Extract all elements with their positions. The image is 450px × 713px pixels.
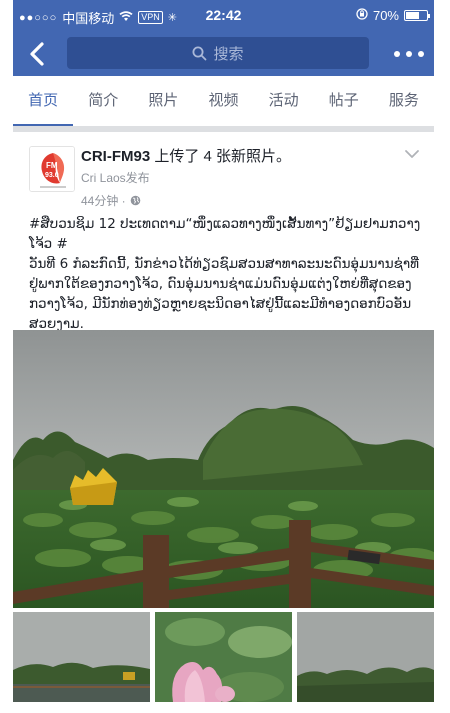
battery-percent: 70% bbox=[372, 8, 399, 23]
post-hashtag-line[interactable]: #ສືບວນຊິມ 12 ປະເທດຕາມ“ໜຶ່ງແລວທາງໜຶ່ງເສັ້… bbox=[29, 214, 427, 254]
page-tabs: 首页 简介 照片 视频 活动 帖子 服务 bbox=[13, 76, 434, 126]
post-timestamp[interactable]: 44分钟 · bbox=[81, 192, 141, 209]
lotus-pond-photo bbox=[13, 330, 434, 608]
pond-thumb-photo bbox=[13, 612, 150, 702]
post-action-text: 上传了 4 张新照片。 bbox=[150, 148, 292, 165]
back-arrow-icon bbox=[30, 42, 44, 66]
trees-thumb-photo bbox=[297, 612, 434, 702]
tab-videos[interactable]: 视频 bbox=[193, 76, 253, 126]
status-right: 70% bbox=[356, 8, 430, 23]
tab-services[interactable]: 服务 bbox=[374, 76, 434, 126]
page-avatar[interactable]: FM 93.0 bbox=[29, 146, 75, 192]
orientation-lock-icon bbox=[356, 8, 368, 23]
post-photo-thumbnails bbox=[13, 612, 434, 702]
status-bar: ●●○○○ 中国移动 VPN ✳ 22:42 70% bbox=[13, 0, 434, 32]
more-dot-icon bbox=[418, 51, 424, 57]
post-photo-main[interactable] bbox=[13, 330, 434, 608]
app-screen: ●●○○○ 中国移动 VPN ✳ 22:42 70% 搜索 首页 简介 照片 视… bbox=[13, 0, 434, 713]
chevron-down-icon bbox=[405, 150, 419, 158]
tab-photos[interactable]: 照片 bbox=[133, 76, 193, 126]
post-time-text: 44分钟 · bbox=[81, 194, 126, 208]
tab-events[interactable]: 活动 bbox=[254, 76, 314, 126]
post-photo-thumb[interactable] bbox=[297, 612, 434, 702]
globe-icon bbox=[130, 195, 140, 206]
back-button[interactable] bbox=[25, 39, 53, 69]
page-name-link[interactable]: CRI-FM93 bbox=[81, 148, 150, 165]
post-title: CRI-FM93 上传了 4 张新照片。 bbox=[81, 145, 291, 166]
search-icon bbox=[192, 46, 207, 60]
tab-about[interactable]: 简介 bbox=[73, 76, 133, 126]
nav-bar: 搜索 bbox=[13, 32, 434, 76]
svg-text:FM: FM bbox=[46, 161, 58, 170]
post-options-button[interactable] bbox=[404, 146, 420, 164]
tab-home[interactable]: 首页 bbox=[13, 76, 74, 126]
battery-icon bbox=[404, 10, 430, 21]
more-options-button[interactable] bbox=[394, 44, 424, 64]
tab-posts[interactable]: 帖子 bbox=[314, 76, 374, 126]
post-header: FM 93.0 CRI-FM93 上传了 4 张新照片。 Cri Laos发布 … bbox=[13, 132, 434, 212]
post-photo-thumb[interactable] bbox=[13, 612, 150, 702]
more-dot-icon bbox=[394, 51, 400, 57]
search-placeholder: 搜索 bbox=[213, 45, 244, 63]
post-photo-thumb[interactable] bbox=[155, 612, 292, 702]
post-paragraph: ວັນທີ 6 ກໍລະກົດນີ້, ນັກຂ່າວໄດ້ທ່ຽວຊົມສວນ… bbox=[29, 256, 419, 332]
post-publisher[interactable]: Cri Laos发布 bbox=[81, 169, 150, 186]
svg-text:93.0: 93.0 bbox=[45, 172, 59, 179]
search-input[interactable]: 搜索 bbox=[67, 37, 369, 69]
lotus-flower-thumb-photo bbox=[155, 612, 292, 702]
post-body: #ສືບວນຊິມ 12 ປະເທດຕາມ“ໜຶ່ງແລວທາງໜຶ່ງເສັ້… bbox=[29, 214, 427, 334]
cri-fm93-logo: FM 93.0 bbox=[30, 147, 74, 191]
more-dot-icon bbox=[406, 51, 412, 57]
